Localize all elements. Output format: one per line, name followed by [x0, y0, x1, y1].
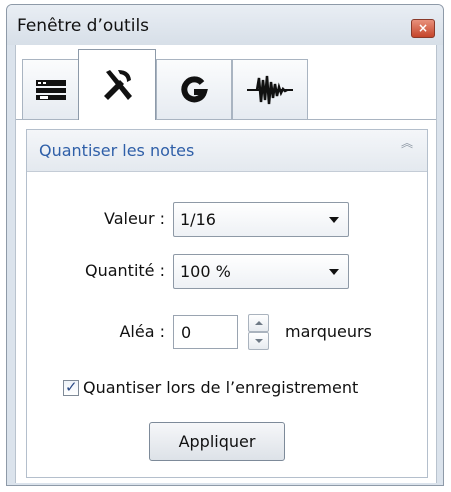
- tab-mixer[interactable]: [22, 59, 80, 119]
- panel-title: Quantiser les notes: [39, 141, 195, 160]
- tool-window: Fenêtre d’outils × Quantiser les notes ︽…: [6, 4, 444, 486]
- tools-icon: [104, 70, 132, 100]
- alea-input[interactable]: [173, 315, 238, 349]
- quantize-on-record-label[interactable]: Quantiser lors de l’enregistrement: [83, 378, 358, 397]
- quantite-label: Quantité :: [85, 261, 165, 280]
- alea-text-field[interactable]: [174, 316, 237, 348]
- close-button[interactable]: ×: [411, 19, 435, 38]
- double-chevron-up-icon[interactable]: ︽: [401, 137, 413, 149]
- quantize-panel: Quantiser les notes ︽ Valeur : 1/16 Quan…: [26, 129, 428, 478]
- tab-strip: [16, 45, 436, 120]
- valeur-select[interactable]: 1/16: [173, 202, 349, 237]
- spin-up-icon: [255, 321, 263, 325]
- alea-label: Aléa :: [119, 322, 165, 341]
- g-icon: [181, 75, 208, 102]
- alea-unit-label: marqueurs: [285, 322, 372, 341]
- alea-spin-down-button[interactable]: [248, 332, 269, 350]
- window-title: Fenêtre d’outils: [17, 16, 150, 36]
- title-bar[interactable]: Fenêtre d’outils ×: [7, 5, 443, 45]
- apply-button[interactable]: Appliquer: [149, 422, 285, 461]
- valeur-label: Valeur :: [104, 209, 165, 228]
- quantize-on-record-checkbox[interactable]: ✓: [63, 378, 79, 396]
- tab-tools[interactable]: [78, 49, 156, 120]
- spin-down-icon: [255, 339, 263, 343]
- checkmark-icon: ✓: [65, 378, 78, 396]
- dropdown-arrow-icon: [329, 269, 339, 275]
- tab-waveform[interactable]: [232, 59, 308, 119]
- quantite-select[interactable]: 100 %: [173, 254, 349, 289]
- waveform-icon: [247, 75, 293, 104]
- dropdown-arrow-icon: [329, 217, 339, 223]
- valeur-selected-value: 1/16: [180, 210, 216, 229]
- panel-header[interactable]: Quantiser les notes ︽: [27, 130, 427, 172]
- tab-g[interactable]: [156, 59, 232, 119]
- quantite-selected-value: 100 %: [180, 262, 231, 281]
- close-icon: ×: [417, 21, 429, 35]
- window-client-area: Quantiser les notes ︽ Valeur : 1/16 Quan…: [15, 45, 437, 483]
- mixer-icon: [36, 79, 66, 100]
- alea-spin-up-button[interactable]: [248, 314, 269, 332]
